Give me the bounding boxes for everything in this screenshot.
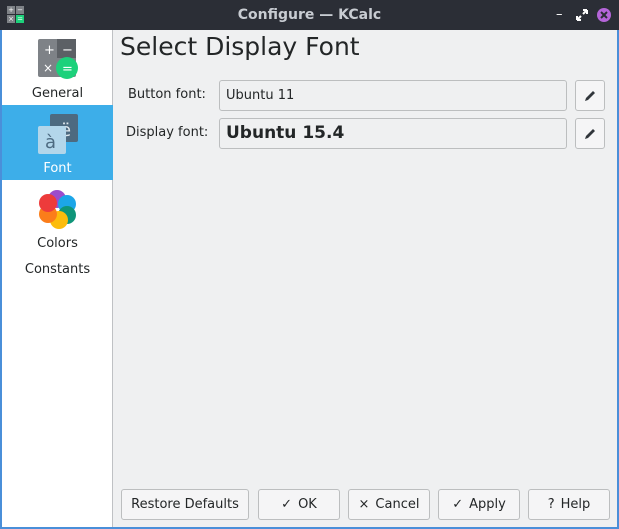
calculator-icon: + −× = xyxy=(38,39,78,79)
ok-label: OK xyxy=(298,497,317,512)
pencil-icon xyxy=(585,128,595,139)
sidebar-item-font[interactable]: ëà Font xyxy=(2,105,113,180)
check-icon: ✓ xyxy=(452,497,464,512)
help-button[interactable]: ? Help xyxy=(528,489,610,520)
svg-text:=: = xyxy=(62,62,73,77)
title-bar: + − × = Configure — KCalc – xyxy=(0,0,619,30)
window-title: Configure — KCalc xyxy=(237,7,382,23)
restore-defaults-button[interactable]: Restore Defaults xyxy=(121,489,249,520)
svg-text:à: à xyxy=(45,132,56,153)
sidebar: +−× = General ëà Font Colors Constants xyxy=(2,30,113,527)
close-icon[interactable] xyxy=(596,7,612,23)
apply-label: Apply xyxy=(469,497,506,512)
sidebar-item-label: General xyxy=(31,86,84,101)
cancel-label: Cancel xyxy=(375,497,420,512)
help-icon: ? xyxy=(547,497,555,512)
sidebar-item-colors[interactable]: Colors xyxy=(2,180,113,255)
check-icon: ✓ xyxy=(281,497,293,512)
pencil-icon xyxy=(585,90,595,101)
minimize-icon[interactable]: – xyxy=(556,7,563,23)
maximize-icon[interactable] xyxy=(576,9,588,21)
edit-button-font-button[interactable] xyxy=(575,80,605,111)
button-font-label: Button font: xyxy=(128,87,206,102)
sidebar-item-constants[interactable]: Constants xyxy=(2,255,113,285)
apply-button[interactable]: ✓ Apply xyxy=(438,489,520,520)
display-font-field[interactable]: Ubuntu 15.4 xyxy=(219,118,567,149)
edit-display-font-button[interactable] xyxy=(575,118,605,149)
svg-text:−: − xyxy=(62,43,73,58)
button-font-field[interactable]: Ubuntu 11 xyxy=(219,80,567,111)
svg-text:×: × xyxy=(43,61,53,75)
svg-text:+: + xyxy=(44,43,55,58)
help-label: Help xyxy=(560,497,591,512)
page-title: Select Display Font xyxy=(120,32,360,61)
display-font-label: Display font: xyxy=(126,125,209,140)
sidebar-item-general[interactable]: + − × = General xyxy=(2,30,113,105)
cancel-button[interactable]: × Cancel xyxy=(348,489,430,520)
ok-button[interactable]: ✓ OK xyxy=(258,489,340,520)
font-icon: ëà xyxy=(38,114,78,154)
sidebar-item-label: Colors xyxy=(37,236,78,251)
dialog-body: +−×= General ëà Font Colors Constants Se… xyxy=(2,30,617,527)
restore-defaults-label: Restore Defaults xyxy=(131,497,239,512)
cancel-x-icon: × xyxy=(358,497,370,512)
window: +−×= Configure — KCalc – +−×= General ëà… xyxy=(0,0,619,529)
sidebar-item-label: Font xyxy=(43,161,72,176)
sidebar-item-label: Constants xyxy=(24,262,91,277)
colors-icon xyxy=(39,190,76,229)
